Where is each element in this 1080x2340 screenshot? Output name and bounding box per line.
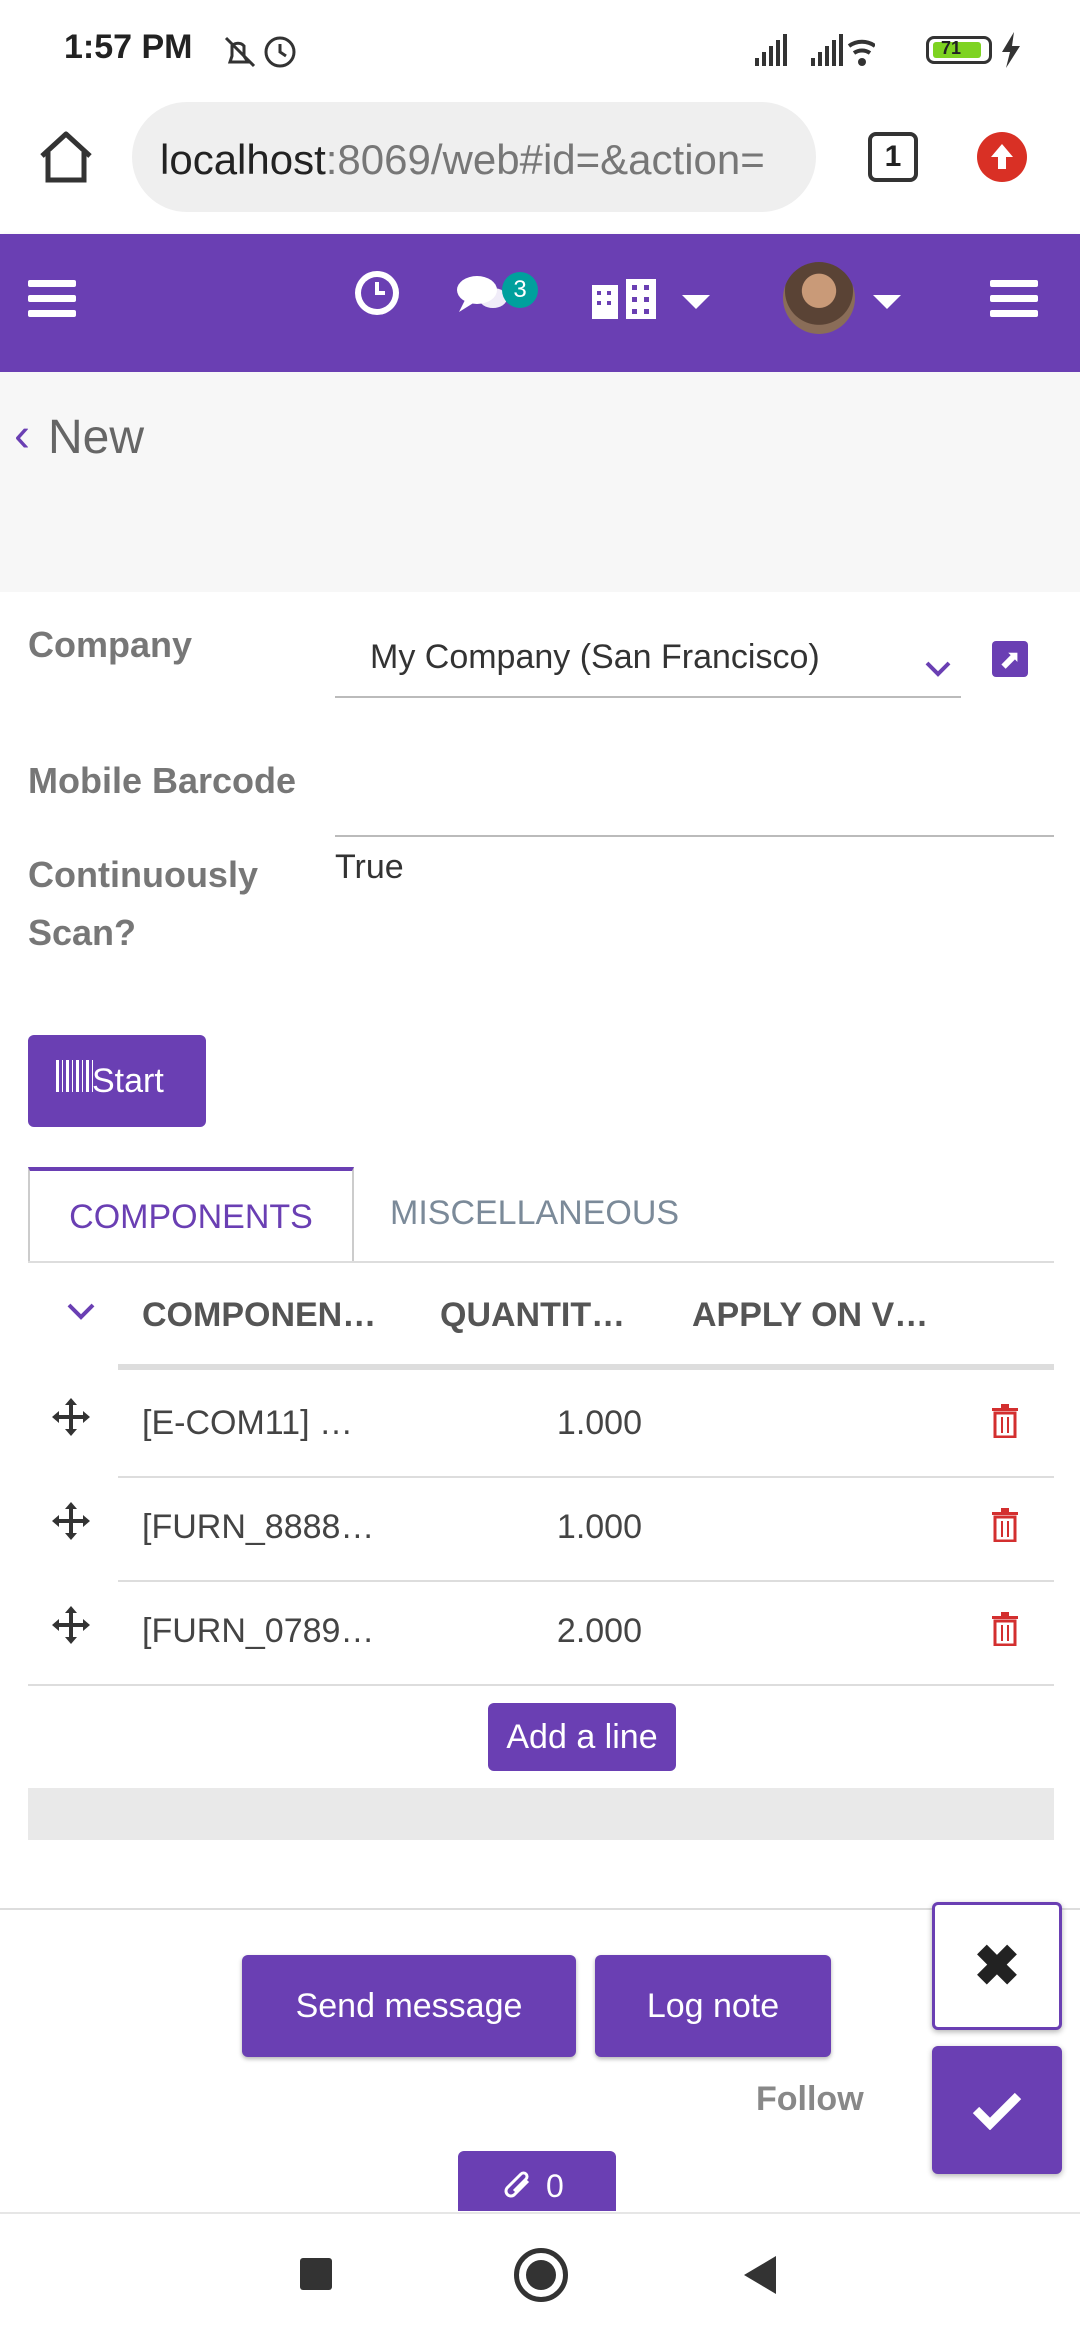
delete-row-icon[interactable] <box>990 1404 1020 1438</box>
app-navbar <box>0 234 1080 372</box>
company-caret-icon[interactable] <box>682 295 710 309</box>
update-icon[interactable] <box>977 132 1027 182</box>
continuously-scan-label: Continuously Scan? <box>28 854 258 953</box>
row-component: [FURN_0789… <box>142 1612 375 1650</box>
continuously-scan-value: True <box>335 848 404 886</box>
tab-switcher-button[interactable]: 1 <box>868 132 918 182</box>
chatter-divider <box>0 1908 1080 1910</box>
menu-toggle-icon[interactable] <box>990 280 1038 325</box>
drag-handle-icon[interactable] <box>50 1396 92 1438</box>
company-switcher-icon[interactable] <box>590 275 664 321</box>
battery-icon: 71 <box>926 36 992 64</box>
add-line-button[interactable]: Add a line <box>488 1703 676 1771</box>
company-underline <box>335 696 961 698</box>
company-select[interactable]: My Company (San Francisco) <box>370 638 820 677</box>
home-icon[interactable] <box>38 130 94 184</box>
column-header-apply-on-variants[interactable]: APPLY ON V… <box>692 1296 928 1335</box>
attachments-button[interactable]: 0 <box>458 2151 616 2211</box>
drag-handle-icon[interactable] <box>50 1604 92 1646</box>
barcode-icon <box>56 1060 96 1092</box>
delete-row-icon[interactable] <box>990 1612 1020 1646</box>
mobile-barcode-input[interactable] <box>335 835 1054 837</box>
row-quantity: 1.000 <box>556 1404 642 1442</box>
url-text: localhost:8069/web#id=&action= <box>160 136 765 183</box>
paperclip-icon <box>504 2171 530 2198</box>
row-quantity: 1.000 <box>556 1508 642 1546</box>
send-message-button[interactable]: Send message <box>242 1955 576 2057</box>
chevron-down-icon[interactable] <box>924 660 952 678</box>
battery-level: 71 <box>941 38 962 58</box>
row-component: [FURN_8888… <box>142 1508 375 1546</box>
tab-divider <box>28 1261 1054 1263</box>
log-note-button[interactable]: Log note <box>595 1955 831 2057</box>
messages-badge: 3 <box>502 272 538 308</box>
drag-handle-icon[interactable] <box>50 1500 92 1542</box>
apps-menu-icon[interactable] <box>28 280 76 325</box>
clock-icon[interactable] <box>352 268 402 318</box>
back-nav-icon[interactable] <box>740 2254 780 2296</box>
company-label: Company <box>28 624 193 665</box>
header-divider <box>118 1364 1054 1370</box>
charging-icon <box>1002 32 1020 68</box>
mute-alarm-icons <box>224 36 296 68</box>
discard-button[interactable]: ✖ <box>932 1902 1062 2030</box>
check-icon <box>972 2092 1022 2130</box>
breadcrumb-title: New <box>48 411 145 464</box>
follow-button[interactable]: Follow <box>756 2080 864 2119</box>
row-divider <box>28 1684 1054 1686</box>
table-row[interactable]: [E-COM11] … 1.000 <box>0 1372 1080 1476</box>
attachments-count: 0 <box>546 2168 564 2204</box>
signal-wifi-icons <box>755 34 875 66</box>
start-button[interactable]: Start <box>28 1035 206 1127</box>
status-time: 1:57 PM <box>64 28 193 66</box>
control-panel <box>0 372 1080 592</box>
tab-components[interactable]: COMPONENTS <box>28 1167 354 1263</box>
delete-row-icon[interactable] <box>990 1508 1020 1542</box>
column-header-component[interactable]: COMPONEN… <box>142 1296 376 1335</box>
row-component: [E-COM11] … <box>142 1404 353 1442</box>
back-chevron-icon[interactable]: ‹ <box>14 408 30 463</box>
column-header-quantity[interactable]: QUANTIT… <box>440 1296 625 1335</box>
save-button[interactable] <box>932 2046 1062 2174</box>
url-bar[interactable]: localhost:8069/web#id=&action= <box>132 102 816 212</box>
table-footer <box>28 1788 1054 1840</box>
close-icon: ✖ <box>973 1934 1021 1997</box>
collapse-chevron-icon[interactable] <box>66 1302 96 1322</box>
user-caret-icon[interactable] <box>873 295 901 309</box>
table-row[interactable]: [FURN_8888… 1.000 <box>0 1478 1080 1580</box>
user-avatar[interactable] <box>783 262 855 334</box>
recents-icon[interactable] <box>300 2258 332 2290</box>
tab-miscellaneous[interactable]: MISCELLANEOUS <box>390 1167 679 1263</box>
mobile-barcode-label: Mobile Barcode <box>28 760 297 801</box>
row-quantity: 2.000 <box>556 1612 642 1650</box>
home-nav-icon[interactable] <box>514 2248 568 2302</box>
table-row[interactable]: [FURN_0789… 2.000 <box>0 1582 1080 1684</box>
external-link-icon[interactable]: ⬈ <box>992 641 1028 677</box>
